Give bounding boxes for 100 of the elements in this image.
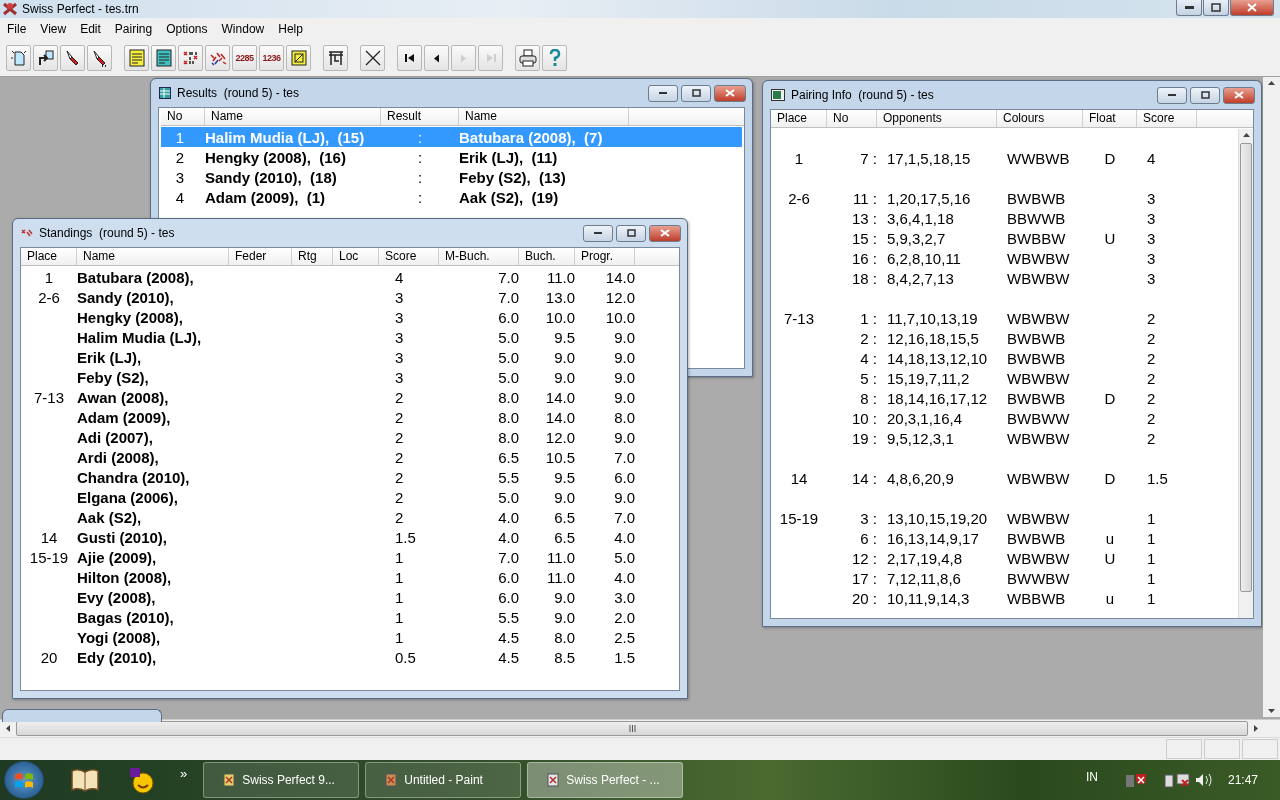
column-header[interactable]: No (827, 110, 877, 127)
column-header[interactable]: Opponents (877, 110, 997, 127)
toolbar-button[interactable] (323, 45, 348, 71)
start-button[interactable] (4, 761, 44, 799)
column-header[interactable]: Progr. (575, 248, 635, 265)
table-cell-text: Hilton (2008), (77, 568, 173, 586)
minimize-button[interactable] (1176, 0, 1202, 16)
column-header[interactable]: Result (381, 108, 459, 125)
more-button[interactable]: » (180, 766, 188, 781)
scrollbar[interactable] (0, 719, 1280, 737)
table-cell-text: Erik (LJ), (77, 348, 143, 366)
table-cell-text: Adi (2007), (77, 428, 154, 446)
table-cell-text: WBWBW (1006, 249, 1071, 267)
table-cell-text: 3 (1146, 209, 1157, 227)
minimized-window[interactable] (2, 709, 162, 722)
table-cell-text: BBWWB (1006, 209, 1067, 227)
table-cell-text: WBWBW (1006, 309, 1071, 327)
window-title: Standings (round 5) - tes (39, 226, 175, 240)
minimize-button[interactable] (583, 224, 613, 242)
toolbar-button[interactable] (33, 45, 58, 71)
table-cell-text: 15,19,7,11,2 (886, 369, 971, 387)
menu-item[interactable]: Window (214, 22, 272, 36)
table-cell-text: 20,3,1,16,4 (886, 409, 964, 427)
column-header[interactable]: Name (205, 108, 381, 125)
toolbar-button[interactable]: 1236 (259, 45, 284, 71)
result-row[interactable]: 2 Hengky (2008), (16) : Erik (LJ), (11) (161, 147, 742, 167)
printer-icon (518, 49, 537, 67)
column-header[interactable]: Colours (997, 110, 1083, 127)
toolbar-button[interactable] (286, 45, 311, 71)
column-header[interactable]: M-Buch. (439, 248, 519, 265)
table-cell-text: 2,17,19,4,8 (886, 549, 964, 567)
result-row[interactable]: 4 Adam (2009), (1) : Aak (S2), (19) (161, 187, 742, 207)
table-cell-text: 1 : (859, 309, 877, 327)
table-cell-text: 7.0 (497, 288, 519, 306)
toolbar-button[interactable] (424, 45, 449, 71)
table-cell-text: 2 (394, 388, 405, 406)
maximize-button[interactable] (681, 84, 711, 102)
print-button[interactable] (515, 45, 540, 71)
column-header[interactable]: Score (379, 248, 439, 265)
menu-item[interactable]: View (33, 22, 74, 36)
table-cell-text: 2 (394, 408, 405, 426)
table-cell-text: 19 : (850, 429, 877, 447)
toolbar-button[interactable] (178, 45, 203, 71)
toolbar-button[interactable] (87, 45, 112, 71)
column-header[interactable]: No (161, 108, 205, 125)
table-cell-text: BWBWB (1006, 529, 1067, 547)
table-cell-text: BWWBW (1006, 569, 1071, 587)
maximize-button[interactable] (616, 224, 646, 242)
column-header[interactable]: Name (77, 248, 229, 265)
column-header[interactable]: Place (771, 110, 827, 127)
scrollbar[interactable] (1263, 77, 1280, 717)
column-header[interactable]: Score (1137, 110, 1197, 127)
table-cell-text: 14 : (850, 469, 877, 487)
column-header[interactable]: Float (1083, 110, 1137, 127)
scrollbar[interactable] (1238, 129, 1253, 618)
close-button[interactable] (649, 224, 681, 242)
column-header[interactable]: Place (21, 248, 77, 265)
menu-item[interactable]: Options (159, 22, 215, 36)
table-cell-text: 3 (1146, 229, 1157, 247)
close-button[interactable] (1230, 0, 1274, 16)
toolbar-button[interactable] (397, 45, 422, 71)
menu-item[interactable]: File (0, 22, 34, 36)
toolbar-button[interactable] (360, 45, 385, 71)
column-header[interactable]: Loc (333, 248, 379, 265)
column-header[interactable]: Rtg (292, 248, 333, 265)
minimize-button[interactable] (1157, 86, 1187, 104)
close-button[interactable] (1223, 86, 1255, 104)
language-indicator[interactable]: IN (1085, 770, 1098, 784)
table-cell-text: 16,13,14,9,17 (886, 529, 980, 547)
frame-icon (289, 49, 308, 67)
table-cell-text: 14.0 (604, 268, 635, 286)
column-header[interactable]: Name (459, 108, 629, 125)
table-cell-text: Ardi (2008), (77, 448, 160, 466)
minimize-button[interactable] (648, 84, 678, 102)
toolbar-button[interactable]: 2285 (232, 45, 257, 71)
toolbar-button[interactable] (60, 45, 85, 71)
table-cell-text: 2 (394, 488, 405, 506)
minimize-icon (1184, 5, 1194, 10)
menu-item[interactable]: Pairing (107, 22, 160, 36)
column-header[interactable]: Buch. (519, 248, 575, 265)
maximize-button[interactable] (1190, 86, 1220, 104)
table-cell-text: Yogi (2008), (77, 628, 162, 646)
table-cell-text: 9.5 (553, 468, 575, 486)
taskbar-button[interactable]: Swiss Perfect 9... (203, 762, 360, 798)
menu-item[interactable]: Help (271, 22, 310, 36)
table-cell-text: 5,9,3,2,7 (886, 229, 947, 247)
table-cell-text: WBBWB (1006, 589, 1067, 607)
table-cell-text: 10 : (850, 409, 877, 427)
table-cell-text: 0.5 (394, 648, 417, 666)
column-header[interactable]: Feder (229, 248, 292, 265)
document-icon (9, 49, 28, 67)
book-icon[interactable] (70, 767, 100, 793)
menu-item[interactable]: Edit (73, 22, 108, 36)
help-button[interactable] (542, 45, 567, 71)
result-row[interactable]: 3 Sandy (2010), (18) : Feby (S2), (13) (161, 167, 742, 187)
table-cell-text: Batubara (2008), (77, 268, 195, 286)
taskbar-button[interactable]: Untitled - Paint (365, 762, 522, 798)
close-button[interactable] (714, 84, 746, 102)
clock[interactable]: 21:47 (1227, 773, 1258, 787)
maximize-button[interactable] (1203, 0, 1229, 16)
